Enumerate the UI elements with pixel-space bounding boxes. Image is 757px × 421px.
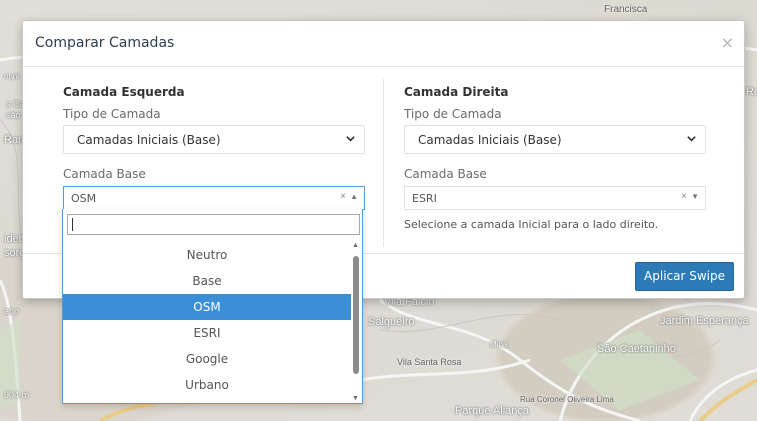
left-base-layer-value: OSM [71, 192, 97, 205]
dropdown-option[interactable]: ESRI [63, 320, 351, 346]
close-icon[interactable]: × [721, 35, 734, 51]
right-layer-type-value: Camadas Iniciais (Base) [418, 133, 562, 147]
dropdown-scrollbar[interactable]: ▲ ▼ [351, 242, 361, 402]
arrow-down-icon[interactable]: ▼ [691, 192, 699, 201]
scrollbar-thumb[interactable] [353, 256, 359, 374]
column-divider [383, 79, 384, 247]
left-layer-type-select[interactable]: Camadas Iniciais (Base) [63, 125, 365, 154]
base-layer-dropdown: Neutro Base OSM ESRI Google Urbano ▲ ▼ [62, 209, 363, 404]
right-layer-column: Camada Direita Tipo de Camada Camadas In… [404, 85, 706, 231]
dropdown-option-selected[interactable]: OSM [63, 294, 351, 320]
modal-title: Comparar Camadas [35, 35, 175, 51]
right-base-layer-value: ESRI [412, 192, 437, 205]
left-base-layer-select[interactable]: OSM × ▲ [63, 186, 365, 210]
left-layer-type-value: Camadas Iniciais (Base) [77, 133, 221, 147]
left-layer-type-label: Tipo de Camada [63, 107, 161, 121]
right-layer-type-select[interactable]: Camadas Iniciais (Base) [404, 125, 706, 154]
modal-header: Comparar Camadas × [23, 21, 744, 67]
left-column-title: Camada Esquerda [63, 85, 185, 99]
right-base-layer-label: Camada Base [404, 167, 487, 181]
scroll-up-icon[interactable]: ▲ [352, 242, 359, 249]
arrow-up-icon[interactable]: ▲ [350, 192, 358, 201]
left-base-layer-label: Camada Base [63, 167, 146, 181]
scroll-down-icon[interactable]: ▼ [352, 395, 359, 402]
right-help-text: Selecione a camada Inicial para o lado d… [404, 218, 659, 231]
dropdown-options: Neutro Base OSM ESRI Google Urbano [63, 242, 351, 398]
chevron-down-icon [687, 136, 696, 142]
right-column-title: Camada Direita [404, 85, 509, 99]
dropdown-option[interactable]: Google [63, 346, 351, 372]
dropdown-option[interactable]: Urbano [63, 372, 351, 398]
chevron-down-icon [346, 136, 355, 142]
dropdown-option[interactable]: Base [63, 268, 351, 294]
right-layer-type-label: Tipo de Camada [404, 107, 502, 121]
left-layer-column: Camada Esquerda Tipo de Camada Camadas I… [63, 85, 365, 210]
dropdown-search-input[interactable] [67, 214, 360, 235]
dropdown-option[interactable]: Neutro [63, 242, 351, 268]
apply-swipe-button[interactable]: Aplicar Swipe [635, 262, 734, 291]
right-base-layer-select[interactable]: ESRI × ▼ [404, 186, 706, 210]
clear-icon[interactable]: × [340, 191, 346, 202]
text-cursor [72, 218, 73, 231]
clear-icon[interactable]: × [681, 191, 687, 202]
